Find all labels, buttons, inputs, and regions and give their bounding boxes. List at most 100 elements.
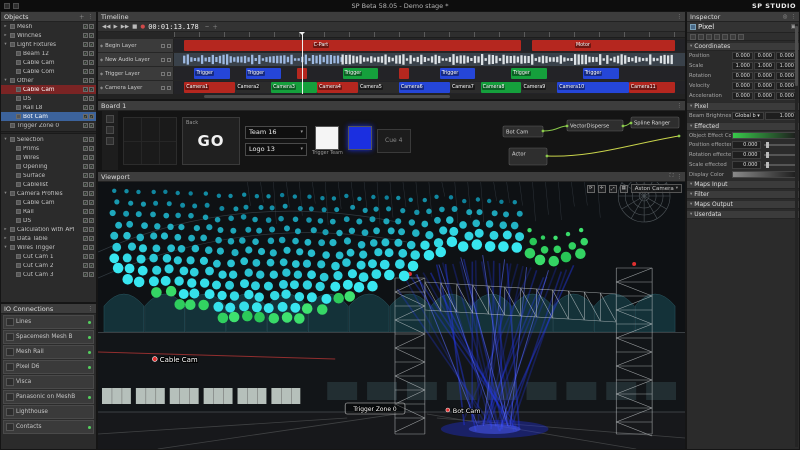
visibility-checkbox[interactable]: ✓ — [83, 123, 88, 128]
timeline-clip[interactable]: Motor — [532, 40, 675, 51]
timeline-clip[interactable]: Camera5 — [358, 82, 399, 93]
pan-icon[interactable]: ✛ — [598, 185, 606, 193]
tree-item[interactable]: ▾Wires Trigger✓✓ — [1, 243, 96, 252]
pin-icon[interactable]: ◎ — [783, 14, 788, 20]
io-connection-item[interactable]: Pixel D6 — [3, 360, 94, 374]
tool-icon[interactable] — [106, 115, 114, 123]
tree-item[interactable]: Cut Cam 2✓✓ — [1, 261, 96, 270]
lock-checkbox[interactable]: ✓ — [89, 60, 94, 65]
visibility-checkbox[interactable]: ✓ — [83, 96, 88, 101]
visibility-checkbox[interactable]: ✓ — [83, 60, 88, 65]
visibility-checkbox[interactable]: ✓ — [83, 254, 88, 259]
lock-checkbox[interactable]: ✓ — [89, 105, 94, 110]
tool-icon[interactable] — [698, 34, 704, 40]
lock-checkbox[interactable]: ✓ — [89, 137, 94, 142]
panel-menu-icon[interactable]: ⋮ — [88, 14, 94, 20]
tool-icon[interactable] — [722, 34, 728, 40]
tree-item[interactable]: Beam 12✓✓ — [1, 49, 96, 58]
forward-button[interactable]: ▶▶ — [121, 24, 129, 30]
timeline-clip[interactable]: Trigger — [511, 68, 547, 79]
tool-icon[interactable] — [706, 34, 712, 40]
tree-item[interactable]: Rail✓✓ — [1, 207, 96, 216]
layout-icon[interactable] — [13, 3, 19, 9]
field-dropdown[interactable]: Global b ▾ — [732, 112, 764, 120]
tree-item[interactable]: ▾Camera Profiles✓✓ — [1, 189, 96, 198]
number-field[interactable]: 0.000 — [732, 92, 753, 100]
tool-icon[interactable] — [714, 34, 720, 40]
logo-dropdown[interactable]: Logo 13 ▾ — [245, 143, 307, 156]
io-connection-item[interactable]: Lighthouse — [3, 405, 94, 419]
tree-item[interactable]: ▸Calculation with API✓✓ — [1, 225, 96, 234]
timeline-clip[interactable]: Trigger — [440, 68, 476, 79]
visibility-checkbox[interactable]: ✓ — [83, 137, 88, 142]
viewport-3d-scene[interactable]: Cable CamTrigger Zone 0Bot Cam ⟳ ✛ ⤢ ▦ A… — [98, 182, 685, 449]
record-button[interactable]: ● — [140, 24, 145, 30]
number-field[interactable]: 0.000 — [732, 52, 753, 60]
lock-toggle[interactable] — [167, 58, 171, 62]
team-dropdown[interactable]: Team 16 ▾ — [245, 126, 307, 139]
inspector-panel-header[interactable]: Inspector ◎ ⋮ — [687, 12, 799, 22]
timeline-clip[interactable]: Camera9 — [521, 82, 557, 93]
inspector-section-maps-output[interactable]: ▾Maps Output — [687, 200, 799, 209]
lock-checkbox[interactable]: ✓ — [89, 209, 94, 214]
lock-checkbox[interactable]: ✓ — [89, 227, 94, 232]
tree-item[interactable]: DS✓✓ — [1, 94, 96, 103]
tree-item[interactable]: Prims✓✓ — [1, 144, 96, 153]
track-header[interactable]: ◆New Audio Layer — [98, 53, 174, 66]
track-header[interactable]: ◆Camera Layer — [98, 81, 174, 94]
number-field[interactable]: 0.000 — [776, 82, 797, 90]
panel-menu-icon[interactable]: ⋮ — [677, 174, 683, 180]
orbit-icon[interactable]: ⟳ — [587, 185, 595, 193]
maximize-icon[interactable]: ⛶ — [670, 173, 674, 180]
white-color-swatch[interactable] — [315, 126, 339, 150]
visibility-checkbox[interactable]: ✓ — [83, 191, 88, 196]
timeline-clip[interactable] — [399, 68, 409, 79]
tree-item[interactable]: Trigger Zone 0✓✓ — [1, 121, 96, 130]
lock-checkbox[interactable]: ✓ — [89, 42, 94, 47]
board-panel-header[interactable]: Board 1 ⋮ — [98, 101, 685, 111]
tree-item[interactable]: ▾Light Fixtures✓✓ — [1, 40, 96, 49]
grid-icon[interactable]: ▦ — [620, 185, 628, 193]
visibility-checkbox[interactable]: ✓ — [83, 245, 88, 250]
stop-button[interactable]: ■ — [132, 24, 137, 30]
color-swatch[interactable] — [732, 171, 797, 178]
app-menu-icon[interactable] — [4, 3, 10, 9]
lock-checkbox[interactable]: ✓ — [89, 155, 94, 160]
visibility-checkbox[interactable]: ✓ — [83, 42, 88, 47]
visibility-checkbox[interactable]: ✓ — [83, 24, 88, 29]
tree-item[interactable]: Opening✓✓ — [1, 162, 96, 171]
visibility-checkbox[interactable]: ✓ — [83, 105, 88, 110]
lock-checkbox[interactable]: ✓ — [89, 245, 94, 250]
visibility-checkbox[interactable]: ✓ — [83, 114, 88, 119]
tree-item[interactable]: DS✓✓ — [1, 216, 96, 225]
scrollbar-thumb[interactable] — [795, 26, 798, 86]
lock-checkbox[interactable]: ✓ — [89, 33, 94, 38]
lock-checkbox[interactable]: ✓ — [89, 164, 94, 169]
scrollbar-thumb[interactable] — [204, 95, 451, 98]
number-field[interactable]: 0.000 — [732, 72, 753, 80]
lock-checkbox[interactable]: ✓ — [89, 272, 94, 277]
io-connection-item[interactable]: Lines — [3, 315, 94, 329]
camera-selector[interactable]: Aston Camera ▾ — [631, 184, 682, 193]
timeline-clip[interactable]: Camera2 — [235, 82, 271, 93]
timeline-clip[interactable]: Trigger — [583, 68, 619, 79]
io-panel-header[interactable]: IO Connections ⋮ — [1, 304, 96, 314]
visibility-checkbox[interactable]: ✓ — [83, 263, 88, 268]
slider[interactable] — [764, 154, 796, 156]
rewind-button[interactable]: ◀◀ — [102, 24, 110, 30]
number-field[interactable]: 0.000 — [732, 141, 761, 149]
timeline-clip[interactable]: Camera10 — [557, 82, 629, 93]
timeline-ruler[interactable] — [174, 32, 685, 38]
tool-icon[interactable] — [106, 126, 114, 134]
lock-toggle[interactable] — [167, 44, 171, 48]
cue-grid[interactable] — [123, 117, 177, 165]
tree-item[interactable]: Cut Cam 1✓✓ — [1, 252, 96, 261]
cue-block[interactable]: Cue 4 — [377, 129, 411, 153]
tree-item[interactable]: Rail L8✓✓ — [1, 103, 96, 112]
lock-checkbox[interactable]: ✓ — [89, 78, 94, 83]
visibility-checkbox[interactable]: ✓ — [83, 173, 88, 178]
visibility-checkbox[interactable]: ✓ — [83, 272, 88, 277]
number-field[interactable]: 0.000 — [754, 72, 775, 80]
number-field[interactable]: 0.000 — [754, 92, 775, 100]
blue-color-swatch[interactable] — [348, 126, 372, 150]
